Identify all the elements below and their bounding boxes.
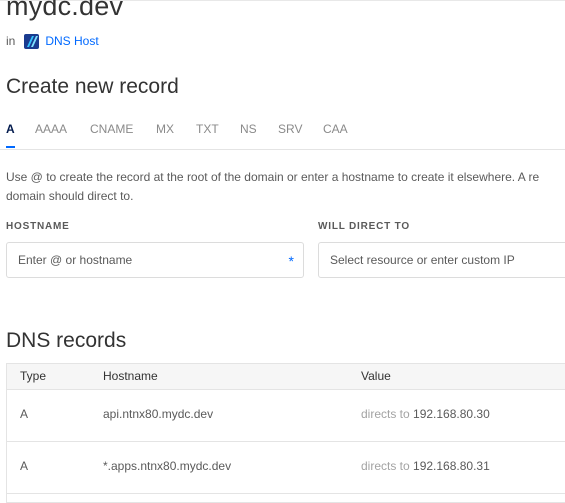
- record-value: directs to 192.168.80.30: [361, 407, 490, 421]
- project-link[interactable]: DNS Host: [45, 34, 98, 48]
- tab-ns[interactable]: NS: [240, 121, 257, 149]
- record-value: directs to 192.168.80.31: [361, 459, 490, 473]
- hostname-input[interactable]: [7, 243, 303, 277]
- table-header: Type Hostname Value: [7, 364, 565, 390]
- tab-cname[interactable]: CNAME: [90, 121, 133, 149]
- record-hostname: api.ntnx80.mydc.dev: [103, 407, 214, 421]
- tab-a[interactable]: A: [6, 121, 15, 149]
- column-header-type: Type: [20, 369, 47, 383]
- required-indicator: *: [288, 253, 294, 269]
- will-direct-to-input[interactable]: [319, 243, 565, 277]
- directs-to-label: directs to: [361, 459, 410, 473]
- help-text: Use @ to create the record at the root o…: [6, 168, 565, 206]
- column-header-hostname: Hostname: [103, 369, 158, 383]
- dns-host-project-icon: [24, 33, 40, 49]
- tab-caa[interactable]: CAA: [323, 121, 348, 149]
- table-row[interactable]: A api.ntnx80.mydc.dev directs to 192.168…: [7, 389, 565, 442]
- hostname-label: HOSTNAME: [6, 221, 70, 232]
- record-type: A: [20, 407, 29, 421]
- tab-aaaa[interactable]: AAAA: [35, 121, 67, 149]
- will-direct-to-label: WILL DIRECT TO: [318, 221, 410, 232]
- project-context: in DNS Host: [6, 33, 99, 49]
- tab-srv[interactable]: SRV: [278, 121, 302, 149]
- record-hostname: *.apps.ntnx80.mydc.dev: [103, 459, 232, 473]
- column-header-value: Value: [361, 369, 391, 383]
- domain-title: mydc.dev: [6, 0, 124, 21]
- record-type-tabs: A AAAA CNAME MX TXT NS SRV CAA: [0, 121, 565, 150]
- help-text-line: Use @ to create the record at the root o…: [6, 170, 540, 184]
- record-type: A: [20, 459, 29, 473]
- tab-mx[interactable]: MX: [156, 121, 174, 149]
- record-ip: 192.168.80.30: [413, 407, 490, 421]
- dns-records-table: Type Hostname Value A api.ntnx80.mydc.de…: [6, 363, 565, 503]
- table-row[interactable]: A *.apps.ntnx80.mydc.dev directs to 192.…: [7, 441, 565, 494]
- tab-txt[interactable]: TXT: [196, 121, 219, 149]
- will-direct-to-field: [318, 242, 565, 278]
- active-tab-indicator: [6, 146, 15, 148]
- create-record-heading: Create new record: [6, 75, 179, 98]
- directs-to-label: directs to: [361, 407, 410, 421]
- dns-records-heading: DNS records: [6, 329, 127, 352]
- record-ip: 192.168.80.31: [413, 459, 490, 473]
- help-text-line: domain should direct to.: [6, 189, 134, 203]
- in-label: in: [6, 34, 16, 48]
- hostname-field: *: [6, 242, 304, 278]
